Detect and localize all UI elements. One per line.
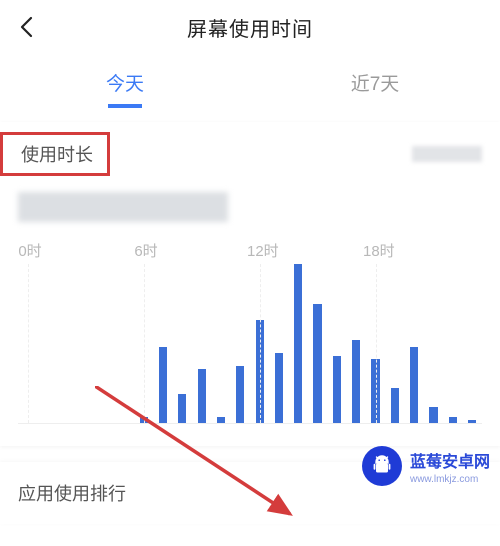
chart-bar [449,417,457,423]
chart-bar [217,417,225,423]
tab-last-7-days[interactable]: 近7天 [250,69,500,96]
x-axis-label: 0时 [18,240,41,261]
usage-chart: 0时 6时 12时 18时 [0,222,500,446]
chart-bar [352,340,360,423]
chevron-left-icon [18,25,36,42]
tab-today[interactable]: 今天 [0,69,250,96]
usage-duration-highlight-box: 使用时长 [0,132,110,176]
android-icon [362,446,402,486]
x-axis-label: 12时 [247,240,279,261]
chart-bar [410,347,418,423]
chart-bar [468,420,476,423]
chart-bar [429,407,437,423]
page-title: 屏幕使用时间 [0,13,500,42]
chart-bar [275,353,283,423]
back-button[interactable] [18,16,36,43]
redacted-value [412,146,482,162]
chart-bar [236,366,244,423]
watermark-url: www.lmkjz.com [410,474,490,485]
chart-bar [391,388,399,423]
watermark: 蓝莓安卓网 www.lmkjz.com [362,446,490,486]
chart-bar [294,264,302,423]
chart-bar [178,394,186,423]
usage-card: 使用时长 0时 6时 12时 18时 [0,122,500,446]
chart-bar [198,369,206,423]
app-ranking-label: 应用使用排行 [18,484,126,504]
x-axis-label: 18时 [363,240,395,261]
chart-bar [333,356,341,423]
chart-bar [159,347,167,423]
x-axis-label: 6时 [134,240,157,261]
redacted-total [18,192,228,222]
watermark-text: 蓝莓安卓网 [410,448,490,472]
chart-bar [313,304,321,423]
tabs: 今天 近7天 [0,54,500,110]
usage-duration-label: 使用时长 [21,145,93,165]
